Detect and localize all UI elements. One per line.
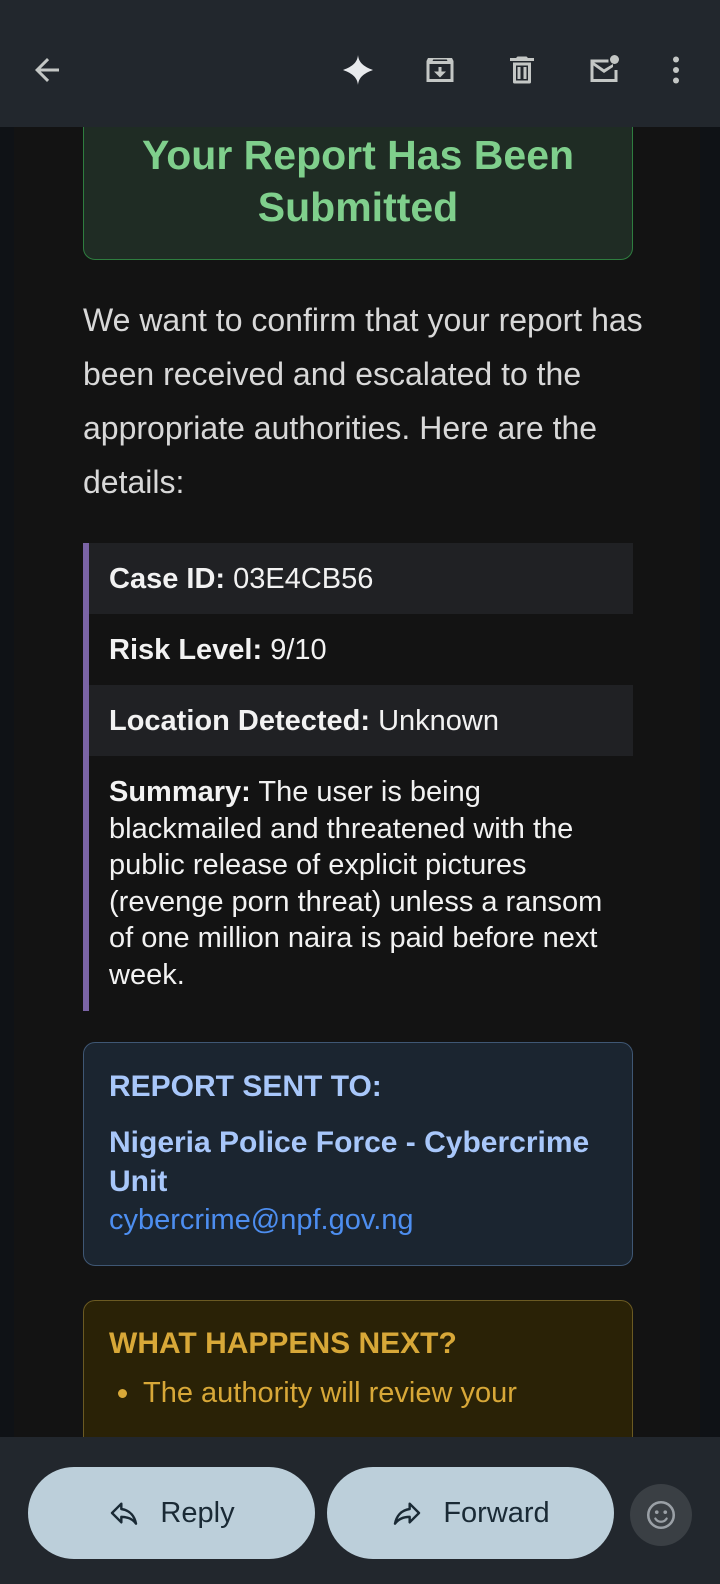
- detail-value: 9/10: [270, 634, 327, 666]
- reply-icon: [111, 1502, 138, 1525]
- forward-label: Forward: [443, 1496, 550, 1529]
- confirmation-banner: Your Report Has Been Submitted: [83, 127, 633, 260]
- next-steps-box: WHAT HAPPENS NEXT? The authority will re…: [83, 1300, 633, 1437]
- detail-risk-level: Risk Level: 9/10: [89, 614, 633, 685]
- back-arrow-icon[interactable]: [23, 46, 71, 94]
- next-steps-heading: WHAT HAPPENS NEXT?: [109, 1327, 457, 1360]
- add-emoji-icon: [646, 1500, 676, 1530]
- detail-location: Location Detected: Unknown: [89, 685, 633, 756]
- detail-value: The user is being blackmailed and threat…: [109, 776, 603, 991]
- report-recipient-box: REPORT SENT TO: Nigeria Police Force - C…: [83, 1042, 633, 1266]
- sparkle-icon[interactable]: [334, 46, 382, 94]
- intro-text: We want to confirm that your report has …: [83, 302, 643, 500]
- reply-button[interactable]: Reply: [28, 1467, 315, 1559]
- banner-title: Your Report Has Been Submitted: [141, 132, 575, 230]
- app-toolbar: [0, 0, 720, 127]
- detail-label: Location Detected:: [109, 705, 371, 737]
- trash-icon[interactable]: [498, 46, 546, 94]
- detail-label: Case ID:: [109, 563, 226, 595]
- archive-icon[interactable]: [416, 46, 464, 94]
- forward-button[interactable]: Forward: [327, 1467, 614, 1559]
- mark-unread-icon[interactable]: [580, 46, 628, 94]
- recipient-org: Nigeria Police Force - Cybercrime Unit: [109, 1126, 590, 1198]
- reply-label: Reply: [160, 1496, 235, 1529]
- detail-case-id: Case ID: 03E4CB56: [89, 543, 633, 614]
- forward-icon: [394, 1502, 421, 1525]
- detail-value: Unknown: [378, 705, 499, 737]
- detail-label: Risk Level:: [109, 634, 263, 666]
- action-bar: Reply Forward: [0, 1437, 720, 1584]
- list-item: The authority will review your: [109, 1373, 607, 1413]
- recipient-heading: REPORT SENT TO:: [109, 1070, 382, 1103]
- detail-value: 03E4CB56: [233, 563, 374, 595]
- more-vert-icon[interactable]: [652, 46, 700, 94]
- detail-summary: Summary: The user is being blackmailed a…: [89, 756, 633, 1011]
- recipient-email-link[interactable]: cybercrime@npf.gov.ng: [109, 1201, 607, 1239]
- report-details: Case ID: 03E4CB56 Risk Level: 9/10 Locat…: [83, 543, 633, 1011]
- add-emoji-button[interactable]: [630, 1484, 692, 1546]
- email-body[interactable]: Your Report Has Been Submitted We want t…: [14, 127, 700, 1437]
- detail-label: Summary:: [109, 776, 251, 808]
